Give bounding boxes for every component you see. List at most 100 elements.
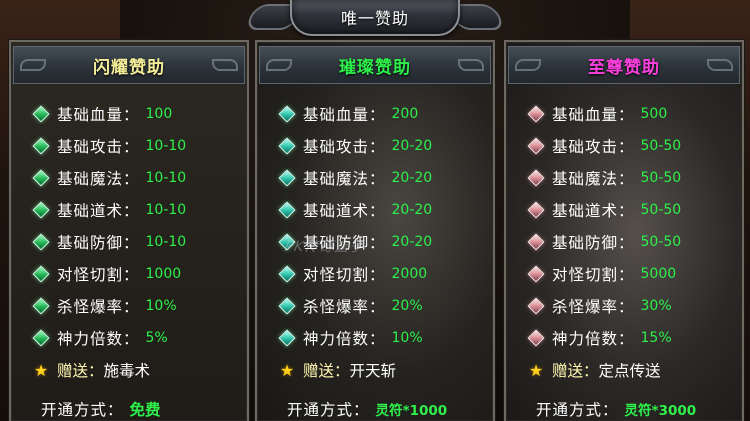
gem-icon [278, 201, 296, 219]
ornament-right-icon [212, 59, 238, 71]
stat-label: 基础血量： [303, 106, 386, 124]
open-method-label: 开通方式： [287, 401, 370, 419]
panel-header: 至尊赞助 [508, 46, 740, 84]
stat-value: 10-10 [145, 234, 187, 250]
stat-row: 基础魔法： 20-20 [278, 166, 433, 190]
stat-label: 基础道术： [303, 202, 386, 220]
gift-value: 定点传送 [598, 362, 661, 380]
gift-value: 开天斩 [349, 362, 397, 380]
stat-label: 基础防御： [552, 234, 635, 252]
stat-value: 500 [640, 106, 668, 122]
gem-icon [32, 201, 50, 219]
stat-value: 2000 [391, 266, 428, 282]
stat-row: 基础血量： 200 [278, 102, 419, 126]
stat-row: 基础魔法： 10-10 [32, 166, 187, 190]
stat-label: 基础防御： [57, 234, 140, 252]
gem-icon [527, 137, 545, 155]
stat-value: 20-20 [391, 138, 433, 154]
stat-label: 基础攻击： [303, 138, 386, 156]
gem-icon [278, 297, 296, 315]
stat-value: 200 [391, 106, 419, 122]
stat-value: 10% [145, 298, 177, 314]
stat-value: 10-10 [145, 138, 187, 154]
stat-row: 杀怪爆率： 20% [278, 294, 423, 318]
stat-label: 对怪切割： [303, 266, 386, 284]
star-icon: ★ [528, 360, 544, 380]
open-method-value: 灵符*1000 [375, 403, 448, 419]
stat-value: 1000 [145, 266, 182, 282]
stat-value: 30% [640, 298, 672, 314]
panel-header: 闪耀赞助 [13, 46, 245, 84]
stat-label: 神力倍数： [552, 330, 635, 348]
stat-value: 15% [640, 330, 672, 346]
open-method-row: 开通方式： 灵符*3000 [536, 398, 696, 420]
stat-value: 50-50 [640, 138, 682, 154]
stat-value: 5000 [640, 266, 677, 282]
stat-label: 对怪切割： [57, 266, 140, 284]
open-method-value: 灵符*3000 [624, 403, 697, 419]
star-icon: ★ [279, 360, 295, 380]
gem-icon [278, 105, 296, 123]
gem-icon [32, 233, 50, 251]
gem-icon [527, 105, 545, 123]
stat-label: 基础魔法： [57, 170, 140, 188]
gem-icon [527, 169, 545, 187]
gem-icon [527, 265, 545, 283]
ornament-right-icon [707, 59, 733, 71]
gem-icon [32, 137, 50, 155]
stat-row: 基础血量： 500 [527, 102, 668, 126]
stat-row: 基础道术： 10-10 [32, 198, 186, 222]
stat-row: 基础攻击： 50-50 [527, 134, 682, 158]
gem-icon [32, 169, 50, 187]
panel-title: 闪耀赞助 [93, 57, 165, 78]
stat-label: 基础血量： [57, 106, 140, 124]
stat-label: 基础道术： [57, 202, 140, 220]
panel-title: 璀璨赞助 [339, 57, 411, 78]
stat-row: 基础防御： 10-10 [32, 230, 187, 254]
watermark: PK传奇盒子 [283, 239, 366, 255]
open-method-label: 开通方式： [41, 401, 124, 419]
stat-label: 神力倍数： [303, 330, 386, 348]
stat-label: 基础攻击： [552, 138, 635, 156]
stat-label: 基础攻击： [57, 138, 140, 156]
stat-row: 神力倍数： 10% [278, 326, 423, 350]
gem-icon [278, 265, 296, 283]
gift-label: 赠送： [57, 362, 104, 380]
stat-label: 杀怪爆率： [552, 298, 635, 316]
stat-row: 神力倍数： 5% [32, 326, 168, 350]
open-method-value: 免费 [129, 401, 161, 419]
stat-label: 杀怪爆率： [57, 298, 140, 316]
ornament-right-icon [458, 59, 484, 71]
stat-row: 杀怪爆率： 10% [32, 294, 177, 318]
stat-row: 对怪切割： 1000 [32, 262, 182, 286]
gem-icon [278, 329, 296, 347]
stat-value: 20-20 [391, 234, 433, 250]
stat-value: 10-10 [145, 170, 187, 186]
gem-icon [32, 297, 50, 315]
stat-value: 50-50 [640, 202, 682, 218]
gift-row: ★ 赠送： 定点传送 [528, 358, 661, 382]
gift-label: 赠送： [552, 362, 599, 380]
stat-label: 基础血量： [552, 106, 635, 124]
gift-row: ★ 赠送： 施毒术 [33, 358, 150, 382]
stat-label: 基础魔法： [552, 170, 635, 188]
panel-shining: 闪耀赞助 基础血量： 100 基础攻击： 10-10 基础魔法： 10-10 基础道术： 10-… [9, 40, 249, 421]
panel-title: 至尊赞助 [588, 57, 660, 78]
stat-label: 对怪切割： [552, 266, 635, 284]
gem-icon [527, 297, 545, 315]
title-plaque: 唯一赞助 [290, 0, 460, 36]
stat-value: 10% [391, 330, 423, 346]
gift-value: 施毒术 [103, 362, 151, 380]
stat-value: 20-20 [391, 170, 433, 186]
stat-row: 基础魔法： 50-50 [527, 166, 681, 190]
stat-row: 基础血量： 100 [32, 102, 172, 126]
ornament-left-icon [515, 59, 541, 71]
stat-row: 基础攻击： 10-10 [32, 134, 187, 158]
window-title: 唯一赞助 [340, 9, 409, 28]
ornament-left-icon [266, 59, 292, 71]
stat-label: 基础道术： [552, 202, 635, 220]
stat-row: 基础道术： 20-20 [278, 198, 432, 222]
gem-icon [527, 329, 545, 347]
open-method-label: 开通方式： [536, 401, 619, 419]
stat-row: 对怪切割： 2000 [278, 262, 428, 286]
